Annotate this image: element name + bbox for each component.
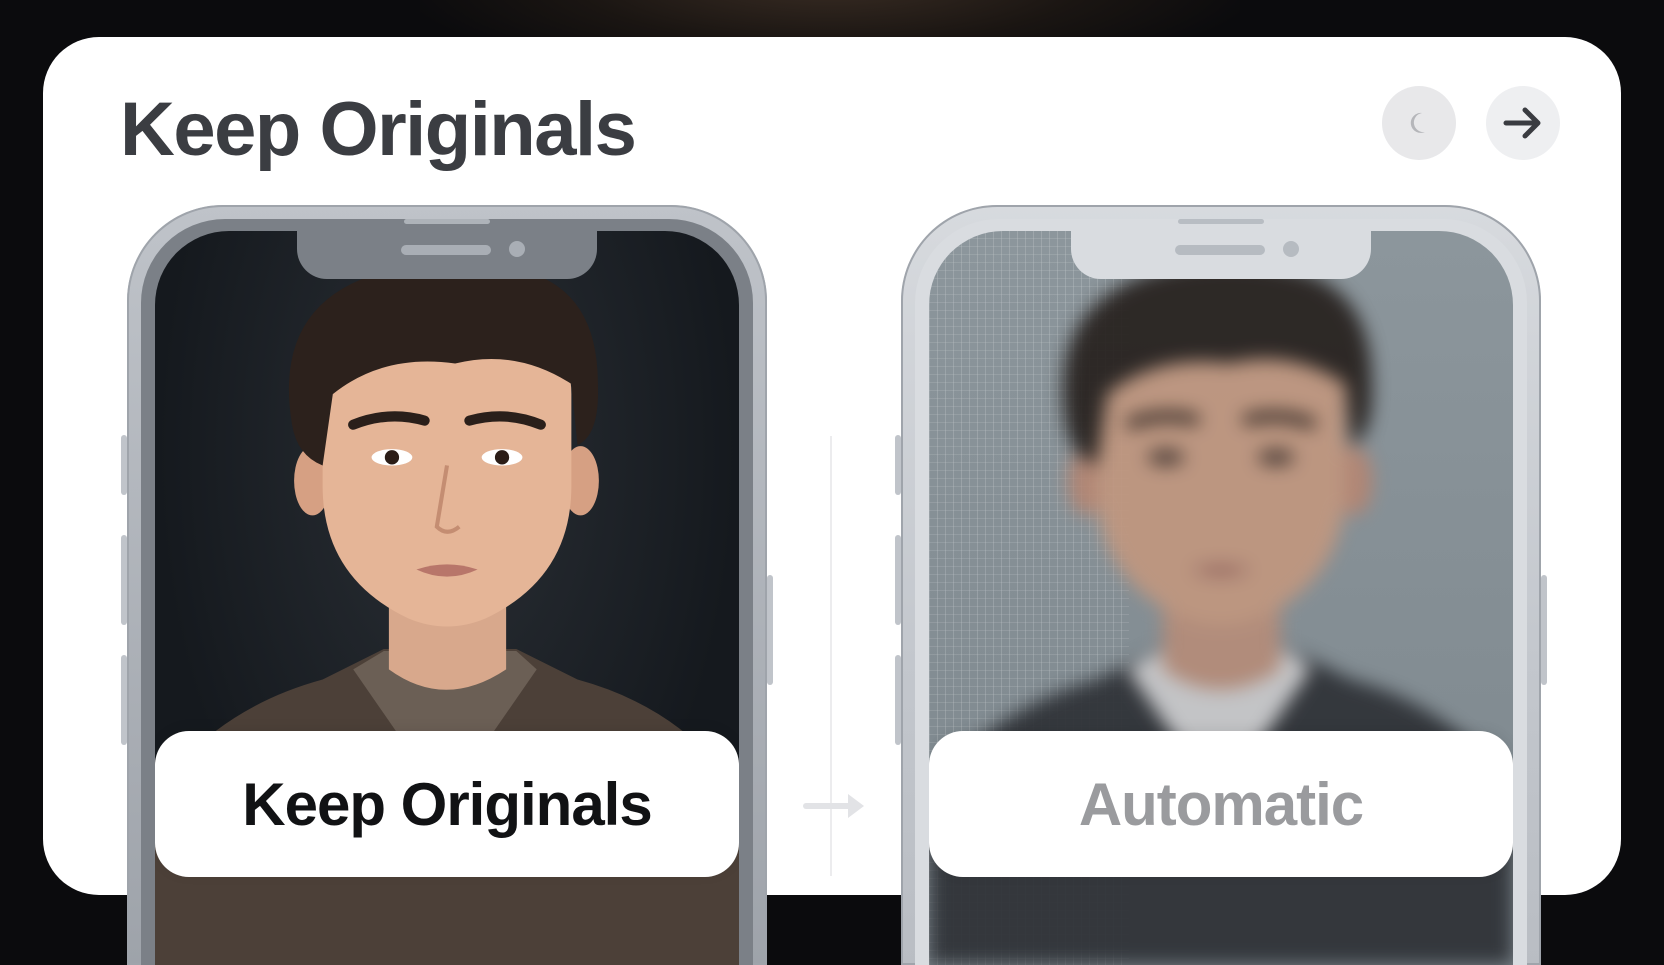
phone-side-button [895, 535, 901, 625]
phone-side-button [121, 535, 127, 625]
previous-button[interactable] [1382, 86, 1456, 160]
arrow-right-icon [803, 794, 864, 818]
phone-side-button [895, 655, 901, 745]
phone-side-button [895, 435, 901, 495]
phone-earpiece [1178, 219, 1264, 224]
notch-camera [1283, 241, 1299, 257]
phone-earpiece [404, 219, 490, 224]
option-label: Keep Originals [242, 770, 652, 838]
option-label: Automatic [1078, 770, 1364, 838]
next-button[interactable] [1486, 86, 1560, 160]
phone-notch [1071, 231, 1371, 279]
page-title: Keep Originals [120, 87, 637, 172]
option-keep-originals[interactable]: Keep Originals [155, 731, 739, 877]
phone-bezel: Automatic [915, 219, 1527, 965]
phone-automatic: Automatic [895, 205, 1547, 965]
phone-side-button [121, 655, 127, 745]
notch-speaker [1175, 245, 1265, 255]
phone-bezel: Keep Originals [141, 219, 753, 965]
option-automatic[interactable]: Automatic [929, 731, 1513, 877]
arrow-right-icon [1503, 107, 1541, 139]
phone-screen-original: Keep Originals [155, 231, 739, 965]
phone-original: Keep Originals [121, 205, 773, 965]
phone-side-button [121, 435, 127, 495]
crescent-icon [1410, 112, 1425, 133]
notch-camera [509, 241, 525, 257]
notch-speaker [401, 245, 491, 255]
phone-screen-automatic: Automatic [929, 231, 1513, 965]
phone-side-button [1541, 575, 1547, 685]
phone-side-button [767, 575, 773, 685]
phone-notch [297, 231, 597, 279]
